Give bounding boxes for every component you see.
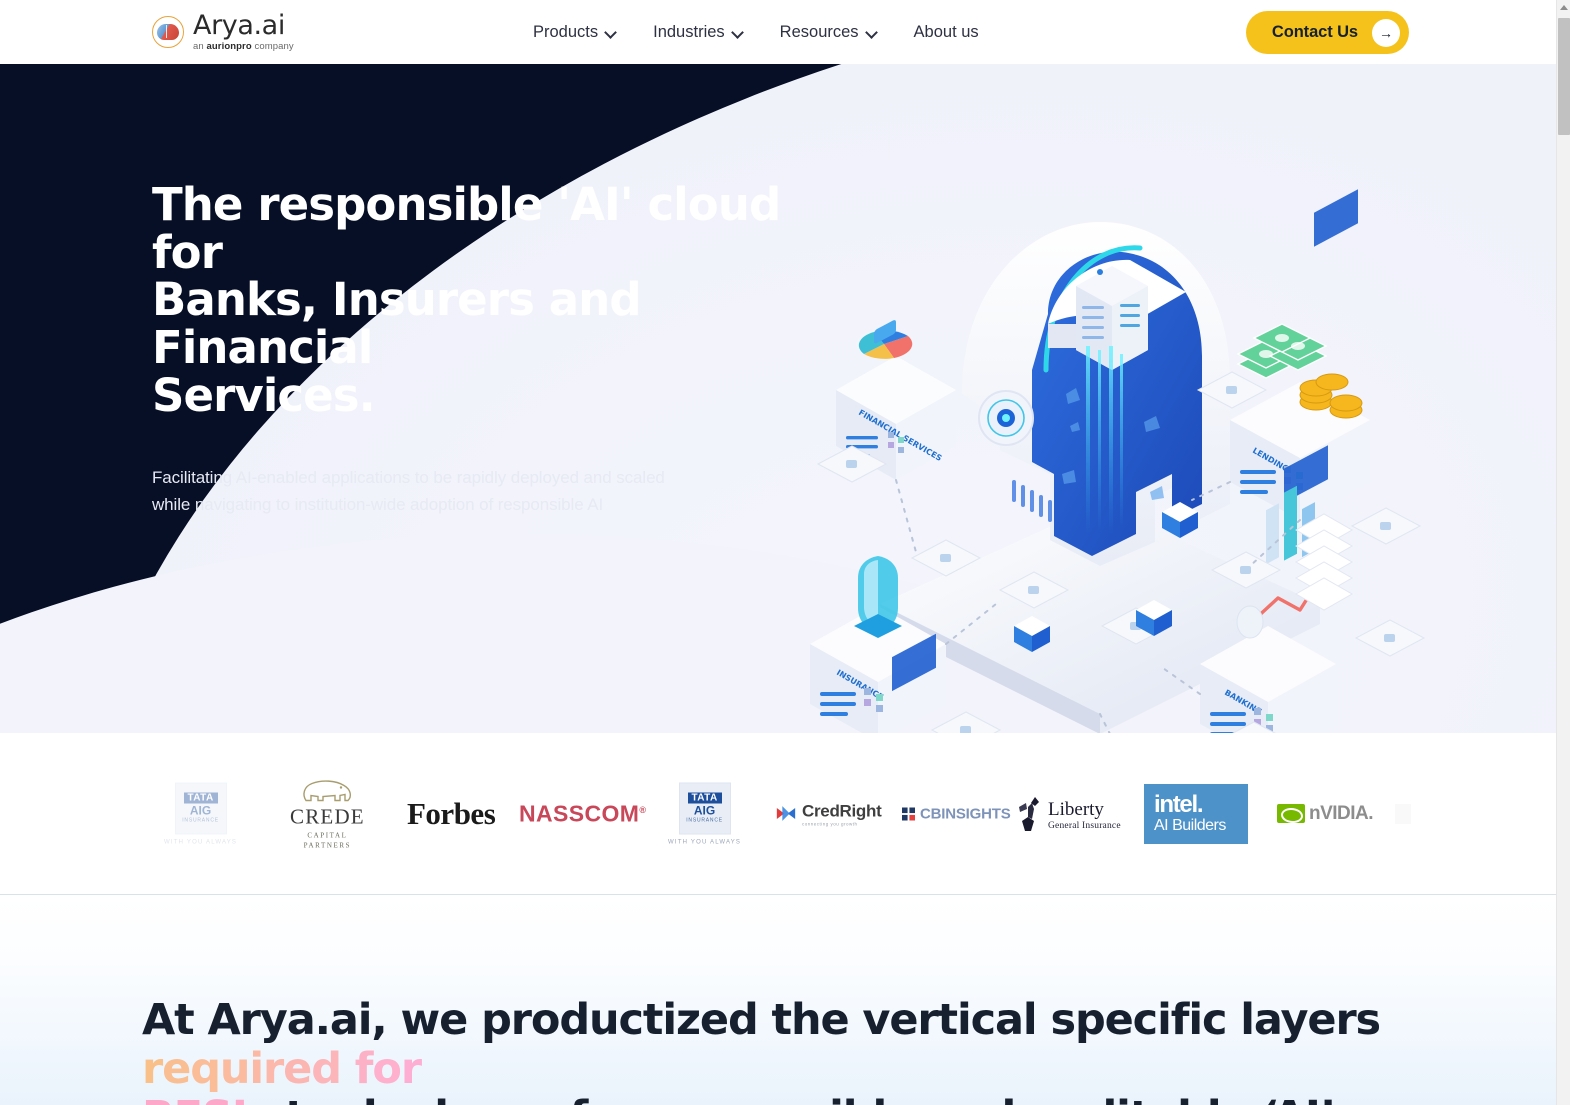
tata-caption-faded: WITH YOU ALWAYS xyxy=(164,839,238,845)
contact-us-button[interactable]: Contact Us → xyxy=(1245,11,1409,54)
nasscom-wordmark: NASSCOM® xyxy=(519,800,646,827)
heading-segment-highlight-1: required for xyxy=(142,1043,422,1094)
site-header: Arya.ai an aurionpro company Products In… xyxy=(0,0,1570,64)
hero-title-line-3: Services. xyxy=(152,368,376,422)
partner-logo-strip: TATA AIG INSURANCE WITH YOU ALWAYS CREDE… xyxy=(0,733,1570,895)
nav-item-products[interactable]: Products xyxy=(533,23,617,42)
nav-label-about-us: About us xyxy=(913,22,979,41)
aig-label-faded: AIG xyxy=(189,803,212,818)
intel-ai-builders-logo: intel. AI Builders xyxy=(1144,783,1248,844)
nav-item-industries[interactable]: Industries xyxy=(653,23,744,42)
page-viewport: Arya.ai an aurionpro company Products In… xyxy=(0,0,1570,1105)
logo-tagline-suffix: company xyxy=(251,41,294,52)
logo-tagline: an aurionpro company xyxy=(193,42,294,52)
intel-ai-builders-label: AI Builders xyxy=(1154,817,1226,834)
tata-label: TATA xyxy=(687,792,722,804)
credright-wordmark: CredRight xyxy=(802,801,882,820)
credright-mark-icon xyxy=(776,806,796,821)
chevron-down-icon[interactable] xyxy=(867,27,878,38)
tata-aig-insurance-logo: TATA AIG INSURANCE WITH YOU ALWAYS xyxy=(668,782,741,845)
hero-subtitle-line-2: while navigating to institution-wide ado… xyxy=(152,495,604,515)
chevron-down-icon[interactable] xyxy=(733,27,744,38)
statue-of-liberty-icon xyxy=(1019,796,1039,831)
cb-text: CB xyxy=(920,805,942,822)
liberty-general-insurance-logo: Liberty General Insurance xyxy=(1016,796,1121,831)
tata-aig-badge: TATA AIG INSURANCE xyxy=(678,782,731,834)
nvidia-wordmark: nVIDIA. xyxy=(1309,802,1374,824)
cb-insights-mark-icon xyxy=(902,807,915,820)
insurance-label-faded: INSURANCE xyxy=(182,817,219,824)
nav-label-products: Products xyxy=(533,22,599,41)
tata-aig-badge-faded: TATA AIG INSURANCE xyxy=(174,782,227,834)
nav-label-industries: Industries xyxy=(653,22,725,41)
hero-content: The responsible 'AI' cloud for Banks, In… xyxy=(152,181,852,519)
nvidia-eye-icon xyxy=(1277,804,1305,823)
insurance-label: INSURANCE xyxy=(686,817,723,824)
heading-segment-2: to deploy safe, responsible and auditabl… xyxy=(142,1092,1336,1105)
nav-item-about-us[interactable]: About us xyxy=(914,23,979,42)
hero-subtitle: Facilitating AI-enabled applications to … xyxy=(152,465,772,519)
vertical-scrollbar[interactable] xyxy=(1556,0,1570,1105)
pod-insurance: INSURANCE xyxy=(810,556,946,733)
value-proposition-heading: At Arya.ai, we productized the vertical … xyxy=(142,996,1422,1105)
cb-insights-logo: CBINSIGHTS xyxy=(902,805,1011,822)
value-proposition-section: At Arya.ai, we productized the vertical … xyxy=(0,896,1570,1105)
hero-title-line-1: The responsible 'AI' cloud for xyxy=(152,178,781,279)
site-logo[interactable]: Arya.ai an aurionpro company xyxy=(152,12,294,52)
block-tower xyxy=(1294,513,1354,611)
aig-label: AIG xyxy=(693,803,716,818)
nasscom-registered-mark: ® xyxy=(639,804,647,815)
hero-title-line-2: Banks, Insurers and Financial xyxy=(152,273,642,375)
logo-tagline-brand: aurionpro xyxy=(206,41,252,52)
arrow-right-icon: → xyxy=(1372,18,1400,47)
elephant-icon xyxy=(303,779,352,801)
logo-text-block: Arya.ai an aurionpro company xyxy=(193,12,294,52)
contact-us-label: Contact Us xyxy=(1271,23,1358,41)
scrollbar-thumb[interactable] xyxy=(1558,18,1570,135)
isometric-ai-platform-illustration: FINANCIAL SERVICES INSURANCE LENDING BAN… xyxy=(800,174,1430,733)
hero-section: The responsible 'AI' cloud for Banks, In… xyxy=(0,64,1570,733)
scroll-up-arrow-icon[interactable] xyxy=(1557,0,1570,15)
crede-sub-1: CAPITAL xyxy=(307,831,348,839)
heading-segment-1: At Arya.ai, we productized the vertical … xyxy=(142,995,1381,1045)
tata-caption: WITH YOU ALWAYS xyxy=(668,839,742,845)
logo-wordmark: Arya.ai xyxy=(193,10,285,41)
next-logo-partial xyxy=(1395,803,1411,824)
hero-title: The responsible 'AI' cloud for Banks, In… xyxy=(152,181,852,419)
credright-tagline: connecting you growth xyxy=(802,821,858,826)
tata-label-faded: TATA xyxy=(183,792,218,804)
cash-stacks xyxy=(1236,323,1328,379)
nvidia-logo: nVIDIA. xyxy=(1277,802,1374,825)
liberty-subtitle: General Insurance xyxy=(1048,820,1121,831)
cb-insights-wordmark: CBINSIGHTS xyxy=(920,805,1011,822)
crede-capital-partners-logo: CREDE CAPITAL PARTNERS xyxy=(290,778,365,849)
chevron-down-icon[interactable] xyxy=(606,27,617,38)
logo-tagline-prefix: an xyxy=(193,41,207,52)
nav-item-resources[interactable]: Resources xyxy=(780,23,878,42)
liberty-wordmark: Liberty xyxy=(1048,798,1104,820)
brain-logo-icon xyxy=(152,15,184,48)
forbes-logo: Forbes xyxy=(407,795,496,832)
primary-navigation: Products Industries Resources About us xyxy=(533,0,979,64)
nav-label-resources: Resources xyxy=(779,22,859,41)
intel-wordmark: intel. xyxy=(1154,791,1204,818)
credright-logo: CredRight connecting you growth xyxy=(775,801,882,826)
heading-segment-highlight-2: BFSIs xyxy=(142,1092,272,1105)
nasscom-text: NASSCOM xyxy=(519,800,640,826)
insights-text: INSIGHTS xyxy=(941,805,1011,822)
nasscom-logo: NASSCOM® xyxy=(519,800,646,827)
hero-subtitle-line-1: Facilitating AI-enabled applications to … xyxy=(152,468,665,488)
crede-wordmark: CREDE xyxy=(290,804,365,828)
tata-aig-insurance-logo-faded: TATA AIG INSURANCE WITH YOU ALWAYS xyxy=(164,782,237,845)
crede-sub-2: PARTNERS xyxy=(303,841,352,849)
forbes-wordmark: Forbes xyxy=(407,795,496,831)
